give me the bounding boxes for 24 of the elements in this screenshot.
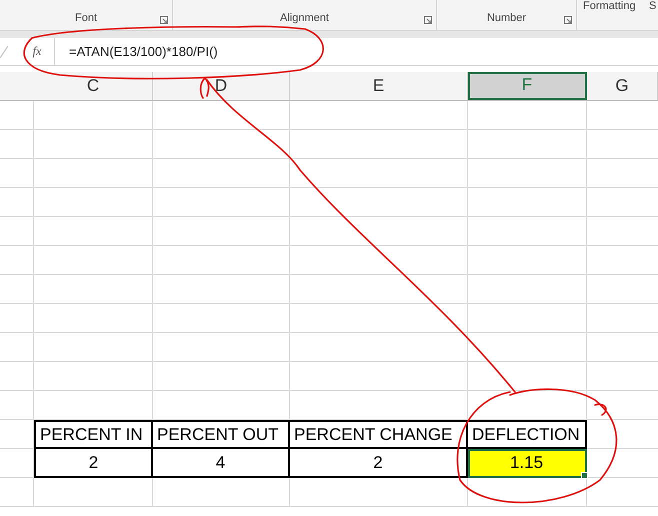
column-header[interactable]: C [34, 72, 153, 100]
ribbon-group-label: S [649, 0, 656, 12]
column-header[interactable]: G [587, 72, 658, 100]
table-cell[interactable]: 2 [290, 449, 468, 478]
table-cell[interactable]: 2 [34, 449, 153, 478]
ribbon-group-label: Formatting [582, 0, 636, 12]
ribbon-group-label: Font [74, 12, 97, 24]
column-heading-cell[interactable]: PERCENT OUT [153, 420, 290, 449]
column-header[interactable]: F [468, 72, 587, 100]
dialog-launcher-icon[interactable] [160, 16, 168, 24]
formula-input[interactable]: =ATAN(E13/100)*180/PI() [55, 38, 658, 65]
ribbon-group-label: Number [486, 12, 526, 24]
insert-function-button[interactable]: fx [20, 38, 55, 65]
dialog-launcher-icon[interactable] [564, 16, 572, 24]
column-heading-cell[interactable]: PERCENT CHANGE [290, 420, 468, 449]
highlighted-cell[interactable]: 1.15 [468, 449, 587, 478]
column-header[interactable]: D [153, 72, 290, 100]
enter-check-icon[interactable] [0, 46, 8, 58]
ribbon-group-label: Alignment [280, 12, 329, 24]
column-heading-cell[interactable]: DEFLECTION [468, 420, 587, 449]
column-heading-cell[interactable]: PERCENT IN [34, 420, 153, 449]
fill-handle[interactable] [581, 472, 588, 479]
table-cell[interactable]: 4 [153, 449, 290, 478]
dialog-launcher-icon[interactable] [424, 16, 432, 24]
